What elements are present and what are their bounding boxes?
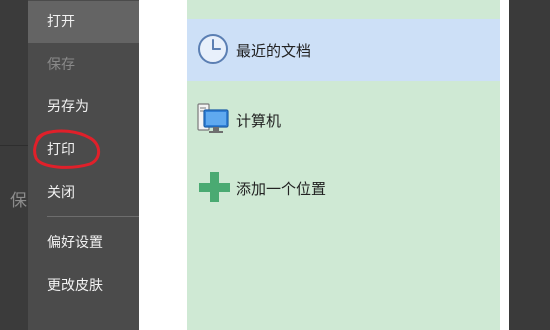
location-label: 计算机 <box>236 112 282 130</box>
file-menu: 打开 保存 另存为 打印 关闭 偏好设置 更改皮肤 <box>28 0 147 330</box>
menu-item-open[interactable]: 打开 <box>28 1 139 43</box>
menu-item-change-skin[interactable]: 更改皮肤 <box>28 265 139 307</box>
menu-item-save[interactable]: 保存 <box>28 44 139 86</box>
plus-icon <box>199 172 230 202</box>
location-label: 最近的文档 <box>236 42 312 60</box>
right-edge <box>509 0 550 330</box>
location-add-place[interactable]: 添加一个位置 <box>187 157 500 219</box>
menu-separator <box>47 216 147 217</box>
menu-item-print[interactable]: 打印 <box>28 129 139 171</box>
location-computer[interactable]: 计算机 <box>187 89 500 151</box>
computer-icon <box>197 103 229 133</box>
menu-item-preferences[interactable]: 偏好设置 <box>28 222 139 264</box>
location-recent-docs[interactable]: 最近的文档 <box>187 19 500 81</box>
location-label: 添加一个位置 <box>236 180 327 198</box>
menu-item-save-as[interactable]: 另存为 <box>28 86 139 128</box>
background-partial-text: 保 <box>10 191 27 211</box>
background-document: 保 <box>0 0 28 330</box>
clock-icon <box>198 34 228 64</box>
background-divider <box>0 145 28 146</box>
location-panel: 最近的文档 计算机 添加一个位置 <box>187 0 500 330</box>
menu-item-close[interactable]: 关闭 <box>28 172 139 214</box>
